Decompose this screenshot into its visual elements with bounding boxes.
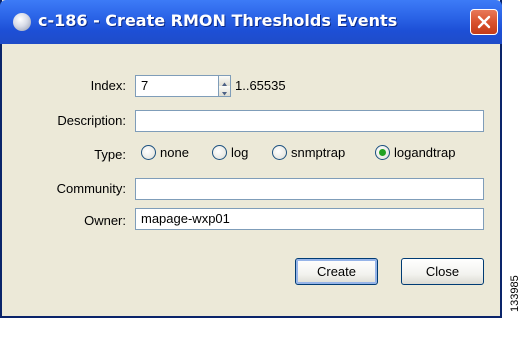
close-window-button[interactable] [470, 9, 498, 35]
index-field[interactable]: 7 [135, 75, 219, 97]
title-bar[interactable]: c-186 - Create RMON Thresholds Events [0, 0, 502, 44]
description-label: Description: [57, 113, 126, 128]
index-stepper[interactable] [218, 75, 231, 97]
type-option-none-label[interactable]: none [160, 145, 189, 160]
radio-selected-dot [379, 149, 386, 156]
type-option-logandtrap-label[interactable]: logandtrap [394, 145, 455, 160]
chevron-down-icon [222, 92, 227, 96]
community-label: Community: [56, 181, 126, 196]
type-radio-none[interactable] [141, 145, 156, 160]
description-field[interactable] [135, 110, 484, 132]
type-label: Type: [94, 147, 126, 162]
type-radio-log[interactable] [212, 145, 227, 160]
app-icon [13, 13, 31, 31]
spin-down-button[interactable] [219, 86, 230, 96]
type-option-log-label[interactable]: log [231, 145, 248, 160]
owner-label: Owner: [84, 213, 126, 228]
spin-up-button[interactable] [219, 76, 230, 86]
close-button[interactable]: Close [401, 258, 484, 285]
figure-id: 133985 [509, 275, 521, 312]
type-option-snmptrap-label[interactable]: snmptrap [291, 145, 345, 160]
create-button[interactable]: Create [295, 258, 378, 285]
index-range-hint: 1..65535 [235, 78, 286, 93]
type-radio-logandtrap[interactable] [375, 145, 390, 160]
dialog-window: c-186 - Create RMON Thresholds Events In… [0, 0, 502, 318]
index-label: Index: [90, 78, 126, 93]
community-field[interactable] [135, 178, 484, 200]
window-title: c-186 - Create RMON Thresholds Events [38, 11, 398, 30]
type-radio-snmptrap[interactable] [272, 145, 287, 160]
close-icon [477, 15, 491, 29]
owner-field[interactable]: mapage-wxp01 [135, 208, 484, 230]
